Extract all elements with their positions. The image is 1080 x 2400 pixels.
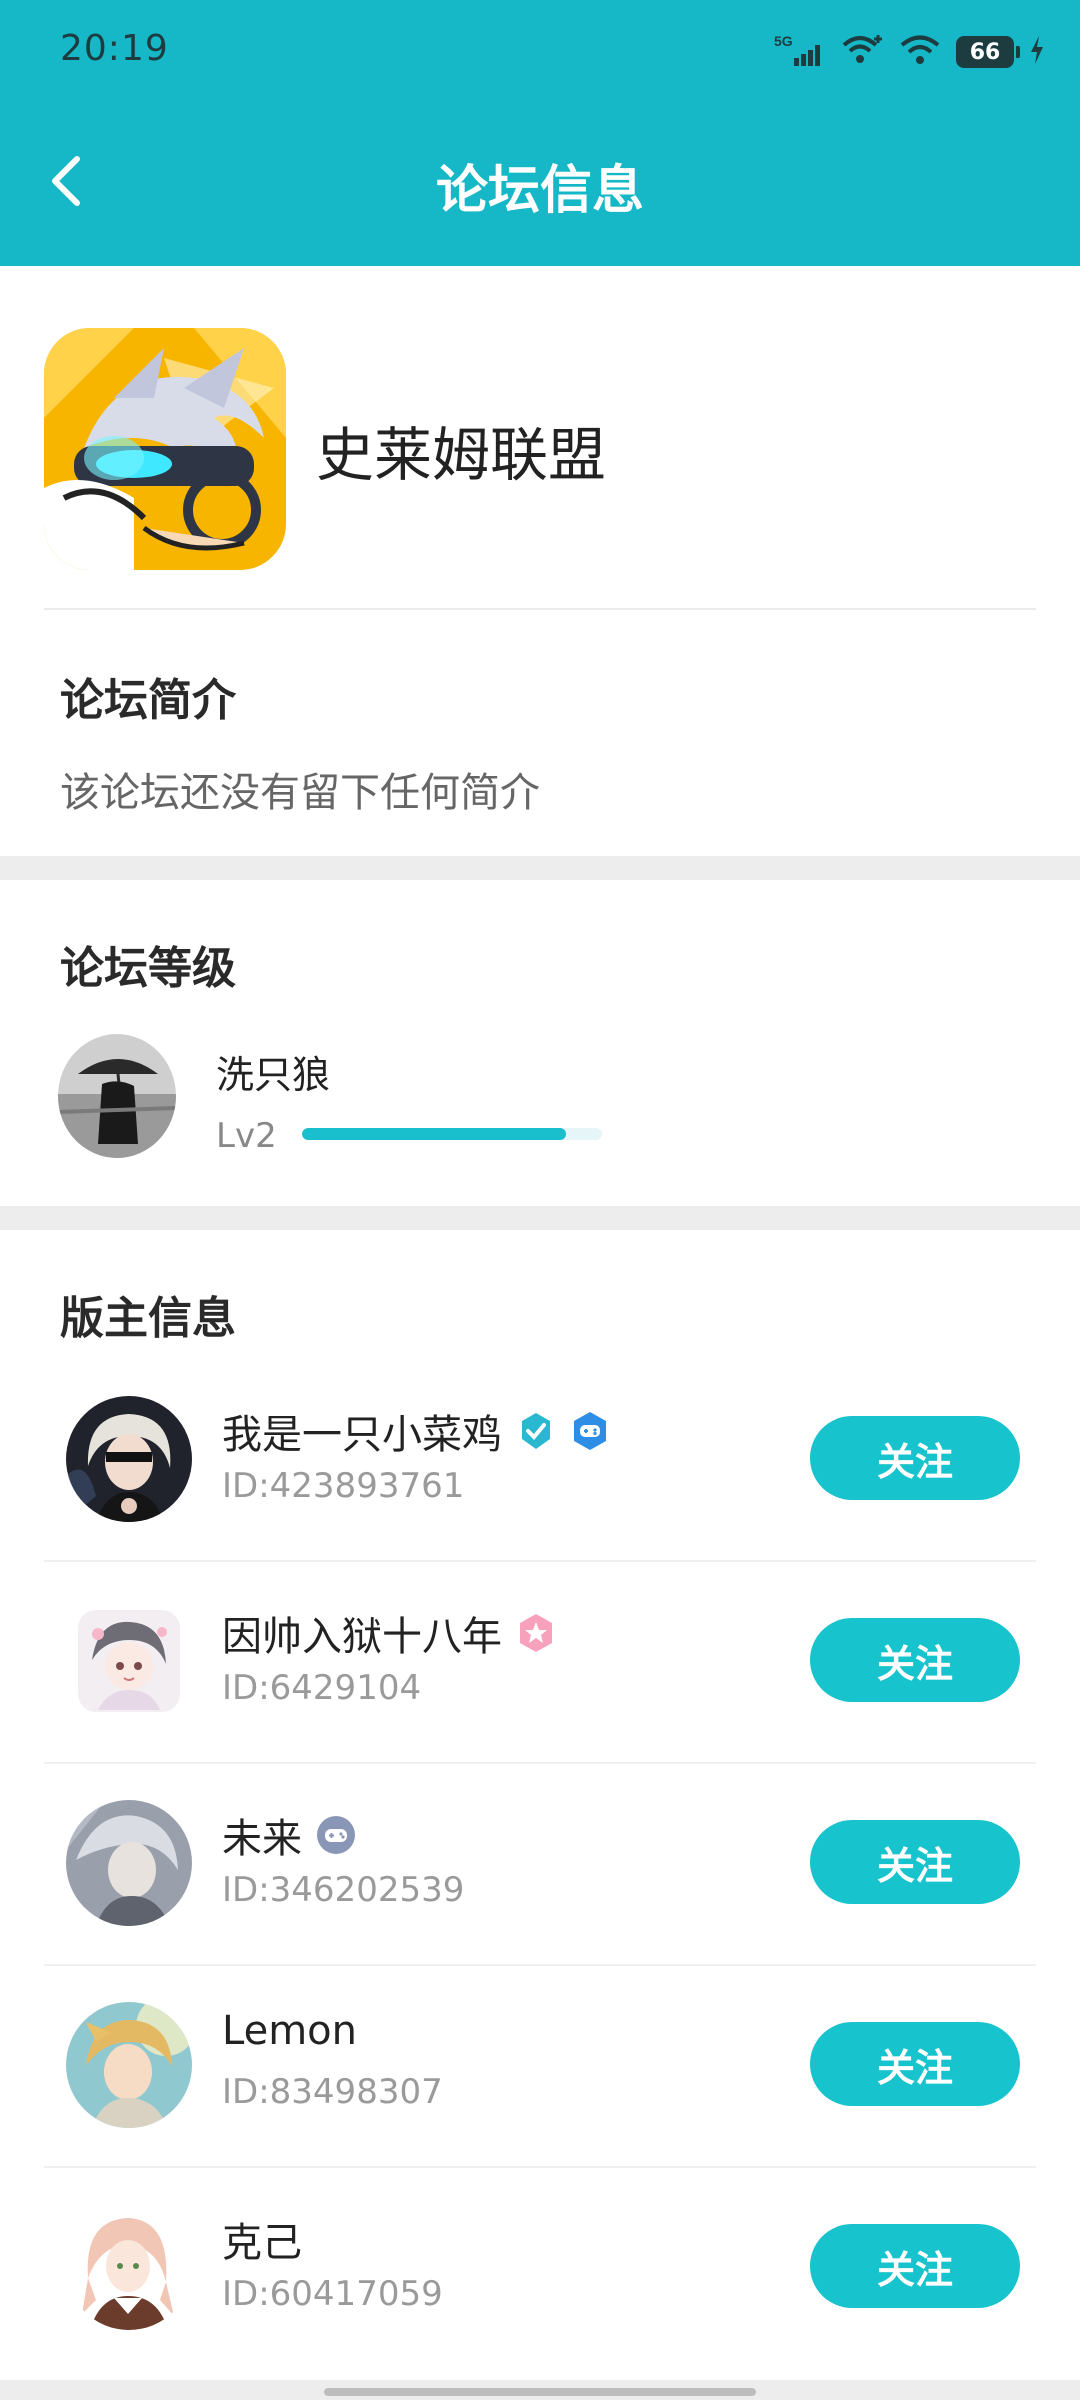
status-time: 20:19 — [60, 28, 169, 69]
divider — [44, 608, 1036, 610]
moderators-card: 版主信息 我是一只小菜鸡 ID:423893761 关注 因帅入狱十八年 ID:… — [0, 1230, 1080, 2380]
moderators-section-title: 版主信息 — [60, 1293, 236, 1344]
follow-button[interactable]: 关注 — [810, 2022, 1020, 2106]
follow-button[interactable]: 关注 — [810, 1618, 1020, 1702]
list-item[interactable]: 未来 ID:346202539 关注 — [0, 1764, 1080, 1966]
list-item[interactable]: 克己 ID:60417059 关注 — [0, 2168, 1080, 2370]
avatar[interactable] — [66, 1396, 192, 1522]
mod-name-group: 我是一只小菜鸡 — [222, 1402, 610, 1460]
app-header: 20:19 5G 66 论坛信息 — [0, 0, 1080, 266]
mod-id: ID:346202539 — [222, 1870, 465, 1910]
mod-id: ID:60417059 — [222, 2274, 443, 2314]
follow-button[interactable]: 关注 — [810, 1820, 1020, 1904]
avatar[interactable] — [66, 2002, 192, 2128]
mod-name: Lemon — [222, 2008, 357, 2054]
mod-name: 因帅入狱十八年 — [222, 1614, 502, 1660]
level-label: Lv2 — [216, 1116, 277, 1156]
intro-section-title: 论坛简介 — [60, 675, 236, 726]
charging-icon — [1030, 36, 1044, 68]
list-item[interactable]: 我是一只小菜鸡 ID:423893761 关注 — [0, 1360, 1080, 1562]
level-section-title: 论坛等级 — [60, 943, 236, 994]
mod-name-group: Lemon — [222, 2008, 357, 2054]
mod-id: ID:423893761 — [222, 1466, 465, 1506]
follow-button[interactable]: 关注 — [810, 1416, 1020, 1500]
mod-name: 克己 — [222, 2220, 302, 2266]
status-icons: 5G 66 — [774, 28, 1044, 76]
follow-button[interactable]: 关注 — [810, 2224, 1020, 2308]
list-item[interactable]: Lemon ID:83498307 关注 — [0, 1966, 1080, 2168]
controller-badge-icon — [316, 1815, 356, 1855]
forum-name: 史莱姆联盟 — [316, 421, 607, 489]
wifi-icon — [900, 33, 940, 71]
avatar[interactable] — [58, 1034, 176, 1158]
mod-name: 未来 — [222, 1816, 302, 1862]
svg-text:5G: 5G — [774, 33, 793, 49]
mod-id: ID:83498307 — [222, 2072, 443, 2112]
mod-name-group: 克己 — [222, 2210, 302, 2268]
mod-name-group: 因帅入狱十八年 — [222, 1604, 556, 1662]
avatar[interactable] — [66, 1800, 192, 1926]
wifi-plus-icon — [840, 33, 884, 71]
gamepad-badge-icon — [570, 1411, 610, 1451]
forum-logo — [44, 328, 286, 570]
signal-icon: 5G — [774, 32, 824, 72]
pink-star-badge-icon — [516, 1613, 556, 1653]
level-progress-bar — [302, 1128, 602, 1140]
avatar[interactable] — [66, 2204, 192, 2330]
mod-id: ID:6429104 — [222, 1668, 422, 1708]
mod-name-group: 未来 — [222, 1806, 356, 1864]
level-user-name: 洗只狼 — [216, 1053, 331, 1097]
mod-name: 我是一只小菜鸡 — [222, 1412, 502, 1458]
verified-icon — [516, 1411, 556, 1451]
page-title: 论坛信息 — [435, 161, 644, 221]
battery-icon: 66 — [956, 36, 1020, 68]
forum-level-card: 论坛等级 洗只狼 Lv2 — [0, 880, 1080, 1206]
avatar[interactable] — [78, 1610, 180, 1712]
forum-info-card: 史莱姆联盟 论坛简介 该论坛还没有留下任何简介 — [0, 266, 1080, 856]
level-progress-fill — [302, 1128, 566, 1140]
home-indicator[interactable] — [324, 2388, 756, 2396]
list-item[interactable]: 因帅入狱十八年 ID:6429104 关注 — [0, 1562, 1080, 1764]
intro-text: 该论坛还没有留下任何简介 — [60, 770, 540, 816]
